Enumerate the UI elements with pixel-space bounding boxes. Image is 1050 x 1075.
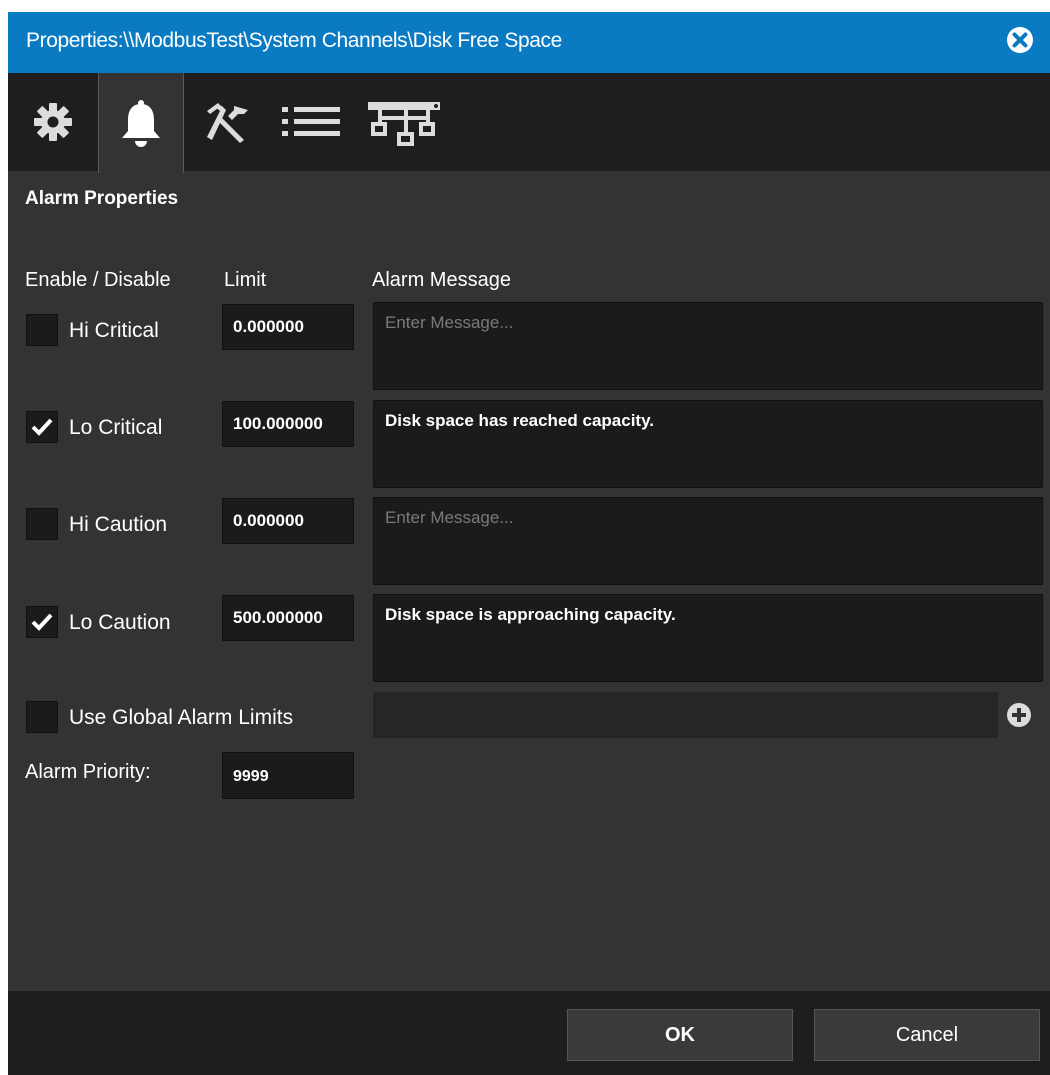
tab-list[interactable]: [270, 73, 352, 171]
lo-caution-limit-input[interactable]: 500.000000: [222, 595, 354, 641]
tab-tools[interactable]: [188, 73, 268, 171]
hi-critical-label: Hi Critical: [69, 319, 159, 342]
column-message: Alarm Message: [372, 269, 511, 291]
bell-icon: [122, 100, 160, 147]
title-bar[interactable]: Properties:\\ModbusTest\System Channels\…: [8, 12, 1050, 73]
list-icon: [282, 107, 340, 136]
lo-critical-message-input[interactable]: Disk space has reached capacity.: [373, 400, 1043, 488]
close-icon[interactable]: [1006, 26, 1034, 54]
section-title: Alarm Properties: [25, 188, 179, 209]
lo-critical-label: Lo Critical: [69, 416, 163, 439]
tab-network[interactable]: [356, 73, 456, 171]
lo-caution-checkbox[interactable]: [26, 606, 58, 638]
column-enable: Enable / Disable: [25, 269, 171, 291]
window-title: Properties:\\ModbusTest\System Channels\…: [26, 29, 562, 52]
hi-critical-checkbox[interactable]: [26, 314, 58, 346]
global-limits-checkbox[interactable]: [26, 701, 58, 733]
lo-caution-label: Lo Caution: [69, 611, 171, 634]
global-limits-label: Use Global Alarm Limits: [69, 706, 294, 729]
network-icon: [368, 102, 440, 146]
checkmark-icon: [31, 418, 53, 436]
hi-caution-label: Hi Caution: [69, 513, 168, 536]
hi-caution-checkbox[interactable]: [26, 508, 58, 540]
lo-critical-limit-input[interactable]: 100.000000: [222, 401, 354, 447]
checkmark-icon: [31, 613, 53, 631]
priority-label: Alarm Priority:: [25, 761, 151, 783]
lo-critical-checkbox[interactable]: [26, 411, 58, 443]
ok-button[interactable]: OK: [567, 1009, 793, 1061]
plus-icon[interactable]: [1006, 702, 1032, 728]
tab-bar: [8, 73, 1050, 173]
hi-caution-message-input[interactable]: Enter Message...: [373, 497, 1043, 585]
hi-critical-limit-input[interactable]: 0.000000: [222, 304, 354, 350]
hi-caution-limit-input[interactable]: 0.000000: [222, 498, 354, 544]
tab-general[interactable]: [8, 73, 98, 171]
cancel-button[interactable]: Cancel: [814, 1009, 1040, 1061]
tools-icon: [207, 103, 248, 143]
properties-dialog: Properties:\\ModbusTest\System Channels\…: [8, 12, 1050, 1075]
tab-alarms[interactable]: [98, 73, 184, 173]
priority-input[interactable]: 9999: [222, 752, 354, 799]
column-limit: Limit: [224, 269, 267, 291]
hi-critical-message-input[interactable]: Enter Message...: [373, 302, 1043, 390]
gear-icon: [34, 103, 72, 141]
lo-caution-message-input[interactable]: Disk space is approaching capacity.: [373, 594, 1043, 682]
global-limits-select[interactable]: [373, 692, 998, 738]
